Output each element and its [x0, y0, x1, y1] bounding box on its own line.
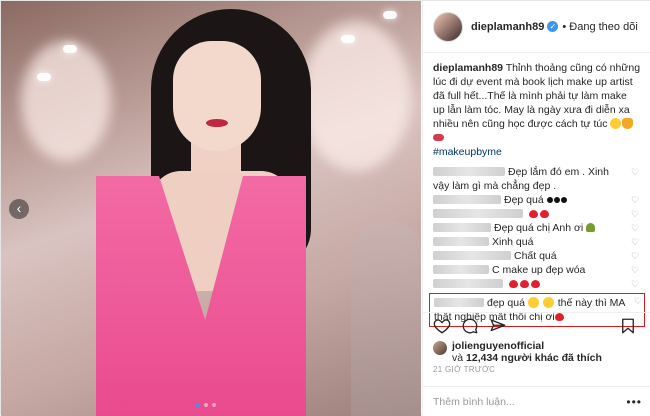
comment-item: Đẹp lắm đó em . Xinh vậy làm gì mà chẳng… [433, 165, 641, 193]
comment-item: Đẹp quá chị Anh ơi ♡ [433, 221, 641, 235]
like-comment-heart-icon[interactable]: ♡ [631, 195, 641, 205]
comment-text: Đẹp quá chị Anh ơi [494, 222, 584, 234]
add-comment-input[interactable]: Thêm bình luận... [433, 396, 515, 408]
post-caption: dieplamanh89 Thỉnh thoảng cũng có những … [423, 53, 650, 159]
black-heart-emoji-icon [560, 197, 567, 203]
comment-text: C make up đẹp wóa [492, 264, 586, 276]
add-comment-bar: Thêm bình luận... ••• [423, 386, 650, 416]
likes-text: jolienguyenofficial và 12,434 người khác… [452, 340, 602, 364]
likes-count[interactable]: 12,434 người khác đã thích [466, 352, 602, 364]
carousel-dot-active [196, 403, 200, 407]
blurred-username [433, 209, 523, 218]
carousel-dot [212, 403, 216, 407]
red-heart-emoji-icon [528, 210, 538, 218]
verified-badge-icon: ✓ [547, 21, 559, 32]
following-status[interactable]: • Đang theo dõi [562, 21, 637, 33]
comment-item: Chất quá ♡ [433, 249, 641, 263]
instagram-post: ‹ dieplamanh89 ✓ • Đang theo dõi dieplam… [0, 0, 650, 416]
comment-text: Chất quá [514, 250, 557, 262]
like-comment-heart-icon[interactable]: ♡ [631, 279, 641, 289]
red-heart-emoji-icon [530, 280, 540, 288]
hashtag-link[interactable]: #makeupbyme [433, 146, 502, 158]
caption-username[interactable]: dieplamanh89 [433, 62, 503, 74]
carousel-dots [196, 403, 216, 407]
like-comment-heart-icon[interactable]: ♡ [634, 296, 644, 306]
ceiling-light [63, 45, 77, 53]
black-heart-emoji-icon [546, 197, 553, 203]
avatar[interactable] [433, 11, 463, 42]
like-comment-heart-icon[interactable]: ♡ [631, 237, 641, 247]
comment-item: ♡ [433, 277, 641, 291]
previous-photo-button[interactable]: ‹ [9, 199, 29, 219]
ceiling-light [383, 11, 397, 19]
comment-text: Xinh quá [492, 236, 534, 248]
more-options-icon[interactable]: ••• [626, 395, 642, 409]
smile-emoji-icon [527, 297, 539, 308]
blurred-username [433, 195, 501, 204]
smile-emoji-icon [610, 118, 622, 129]
comment-item: C make up đẹp wóa ♡ [433, 263, 641, 277]
action-bar [423, 312, 650, 336]
username-link[interactable]: dieplamanh89 [471, 21, 544, 33]
blurred-username [433, 279, 503, 288]
ceiling-light [37, 73, 51, 81]
smile-emoji-icon [542, 297, 554, 308]
blurred-username [433, 237, 489, 246]
lips-shape [206, 119, 228, 127]
face-shape [173, 41, 261, 151]
likes-summary: jolienguyenofficial và 12,434 người khác… [433, 340, 602, 364]
like-comment-heart-icon[interactable]: ♡ [631, 167, 641, 177]
red-heart-emoji-icon [539, 210, 549, 218]
comment-item: Xinh quá ♡ [433, 235, 641, 249]
red-heart-emoji-icon [508, 280, 518, 288]
like-comment-heart-icon[interactable]: ♡ [631, 209, 641, 219]
black-heart-emoji-icon [553, 197, 560, 203]
comment-text: Đẹp quá [504, 194, 544, 206]
like-heart-icon[interactable] [433, 317, 451, 335]
carousel-dot [204, 403, 208, 407]
comment-bubble-icon[interactable] [461, 317, 479, 335]
plant-emoji-icon [586, 223, 596, 232]
share-icon[interactable] [489, 317, 507, 335]
post-photo[interactable]: ‹ [1, 1, 421, 416]
background-glow [301, 21, 411, 171]
blurred-username [433, 167, 505, 176]
background-glow [21, 41, 111, 161]
lips-emoji-icon [433, 134, 444, 141]
bell-emoji-icon [622, 118, 634, 129]
like-comment-heart-icon[interactable]: ♡ [631, 223, 641, 233]
like-comment-heart-icon[interactable]: ♡ [631, 265, 641, 275]
blurred-username [434, 298, 484, 307]
background-person [351, 221, 421, 416]
blurred-username [433, 265, 489, 274]
blurred-username [433, 223, 491, 232]
post-header: dieplamanh89 ✓ • Đang theo dõi [423, 1, 650, 53]
like-comment-heart-icon[interactable]: ♡ [631, 251, 641, 261]
liker-avatar[interactable] [433, 341, 447, 355]
likes-and: và [452, 352, 464, 364]
post-side-panel: dieplamanh89 ✓ • Đang theo dõi dieplaman… [422, 1, 650, 416]
post-timestamp[interactable]: 21 GIỜ TRƯỚC [433, 365, 495, 374]
liker-username[interactable]: jolienguyenofficial [452, 340, 544, 352]
comment-item: Đẹp quá ♡ [433, 193, 641, 207]
red-heart-emoji-icon [519, 280, 529, 288]
comment-list: Đẹp lắm đó em . Xinh vậy làm gì mà chẳng… [423, 159, 650, 327]
bookmark-icon[interactable] [619, 317, 637, 335]
blurred-username [433, 251, 511, 260]
ceiling-light [341, 35, 355, 43]
comment-item: ♡ [433, 207, 641, 221]
comment-text-part1: đẹp quá [487, 297, 525, 309]
